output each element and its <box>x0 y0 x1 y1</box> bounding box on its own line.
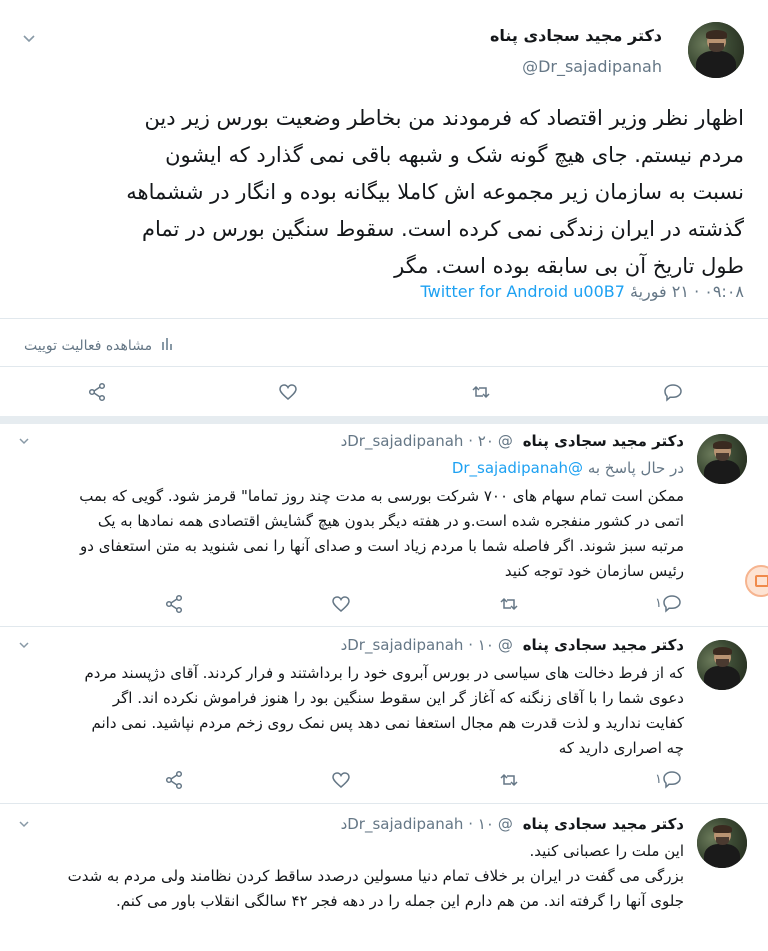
retweet-button[interactable] <box>498 769 520 791</box>
divider <box>0 626 768 627</box>
reply-author-name[interactable]: دکتر مجید سجادی پناه <box>523 432 684 450</box>
tweet-text: اظهار نظر وزیر اقتصاد که فرمودند من بخاط… <box>24 100 744 285</box>
tweet-date: ۲۱ فوریهٔ <box>630 282 689 301</box>
share-icon <box>165 770 183 790</box>
reply-text-line: ممکن است تمام سهام های ۷۰۰ شرکت بورسی به… <box>79 487 684 505</box>
chevron-down-icon[interactable] <box>18 641 30 650</box>
reply-text-line: کفایت ندارید و لذت قدرت هم مجال استعفا ن… <box>91 714 684 732</box>
tweet-source[interactable]: Twitter for Android u00B7 <box>421 282 625 301</box>
reply-text-line: این ملت را عصبانی کنید. <box>529 842 684 860</box>
share-button[interactable] <box>163 593 185 615</box>
reply-text-line: بزرگی می گفت در ایران بر خلاف تمام دنیا … <box>67 867 684 885</box>
reply-author-name[interactable]: دکتر مجید سجادی پناه <box>523 636 684 654</box>
reply-avatar[interactable] <box>697 434 747 484</box>
reply-icon <box>664 384 682 402</box>
reply-button[interactable]: ۱ <box>652 769 682 789</box>
reply-count: ۱ <box>655 595 662 611</box>
reply-text-line: که از فرط دخالت های سیاسی در بورس آبروی … <box>84 664 684 682</box>
retweet-icon <box>500 773 518 787</box>
analytics-icon <box>161 338 172 350</box>
reply-text-line: دعوی شما را با آقای زنگنه که آغاز گر این… <box>112 689 684 707</box>
share-icon <box>165 594 183 614</box>
reply-text-line: جلوی آنها را گرفته اند. من هم دارم این ج… <box>115 892 684 910</box>
author-avatar[interactable] <box>688 22 744 78</box>
retweet-icon <box>472 385 490 399</box>
activity-label: مشاهده فعالیت توییت <box>24 338 153 354</box>
like-button[interactable] <box>330 769 352 791</box>
reply-text-line: چه اصراری دارید که <box>558 739 684 757</box>
reply-icon <box>663 771 681 789</box>
retweet-icon <box>500 597 518 611</box>
reply-avatar[interactable] <box>697 640 747 690</box>
reply-header: دکتر مجید سجادی پناه @Dr_sajadipanah · ۱… <box>341 636 684 654</box>
reply-text-line: رئیس سازمان خود توجه کنید <box>504 562 684 580</box>
replying-to-handle[interactable]: @Dr_sajadipanah <box>452 459 583 477</box>
replying-to: در حال پاسخ به @Dr_sajadipanah <box>452 459 684 477</box>
like-button[interactable] <box>277 381 299 403</box>
share-icon <box>88 382 106 402</box>
reply-button[interactable]: ۱ <box>652 593 682 613</box>
like-button[interactable] <box>330 593 352 615</box>
floating-camera-icon[interactable] <box>745 565 768 597</box>
divider <box>0 366 768 367</box>
chevron-down-icon[interactable] <box>18 437 30 446</box>
divider <box>0 803 768 804</box>
reply-count: ۱ <box>655 771 662 787</box>
reply-button[interactable] <box>662 381 684 403</box>
share-button[interactable] <box>86 381 108 403</box>
reply-avatar[interactable] <box>697 818 747 868</box>
section-divider <box>0 416 768 424</box>
tweet-text-line: اظهار نظر وزیر اقتصاد که فرمودند من بخاط… <box>144 106 744 130</box>
tweet-meta: ۰۹:۰۸ · ۲۱ فوریهٔ Twitter for Android u0… <box>421 282 744 301</box>
heart-icon <box>332 596 350 612</box>
reply-text-line: اتمی در کشور منفجره شده است.و در هفته دی… <box>97 512 684 530</box>
tweet-text-line: نسبت به سازمان زیر مجموعه اش کاملا بیگان… <box>126 180 744 204</box>
author-handle[interactable]: @Dr_sajadipanah <box>522 57 662 76</box>
reply-text: این ملت را عصبانی کنید. بزرگی می گفت در … <box>40 839 684 914</box>
reply-header: دکتر مجید سجادی پناه @Dr_sajadipanah · ۲… <box>341 432 684 450</box>
tweet-time: ۰۹:۰۸ · <box>694 282 744 301</box>
reply-text-line: مرتبه سبز شوند. اگر فاصله شما با مردم زی… <box>80 537 684 555</box>
reply-author-name[interactable]: دکتر مجید سجادی پناه <box>523 815 684 833</box>
heart-icon <box>279 384 297 400</box>
chevron-down-icon[interactable] <box>18 820 30 829</box>
chevron-down-icon[interactable] <box>22 34 36 44</box>
view-tweet-activity-link[interactable]: مشاهده فعالیت توییت <box>24 336 173 354</box>
divider <box>0 318 768 319</box>
tweet-text-line: طول تاریخ آن بی سابقه بوده است. مگر <box>394 254 744 278</box>
retweet-button[interactable] <box>470 381 492 403</box>
reply-text: که از فرط دخالت های سیاسی در بورس آبروی … <box>40 661 684 761</box>
heart-icon <box>332 772 350 788</box>
reply-header: دکتر مجید سجادی پناه @Dr_sajadipanah · ۱… <box>341 815 684 833</box>
share-button[interactable] <box>163 769 185 791</box>
replying-to-label: در حال پاسخ به <box>587 459 684 477</box>
reply-text: ممکن است تمام سهام های ۷۰۰ شرکت بورسی به… <box>40 484 684 584</box>
author-name[interactable]: دکتر مجید سجادی پناه <box>490 26 662 45</box>
retweet-button[interactable] <box>498 593 520 615</box>
tweet-text-line: گذشته در ایران زندگی نمی کرده است. سقوط … <box>141 217 744 241</box>
reply-icon <box>663 595 681 613</box>
tweet-text-line: مردم نیستم. جای هیچ گونه شک و شبهه باقی … <box>165 143 744 167</box>
